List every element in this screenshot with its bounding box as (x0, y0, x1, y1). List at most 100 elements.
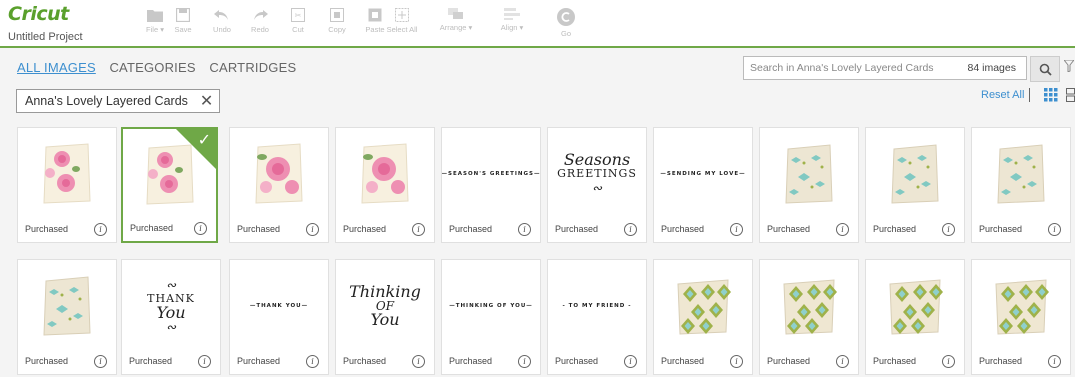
toolbar-button[interactable]: Undo (202, 8, 242, 34)
image-card[interactable]: Purchased i (335, 127, 435, 243)
filter-icon[interactable] (1062, 59, 1075, 75)
info-icon[interactable]: i (94, 355, 107, 368)
image-card[interactable]: ∾ THANK You ∾ Purchased i (121, 259, 221, 375)
image-card[interactable]: Purchased i (865, 127, 965, 243)
info-icon[interactable]: i (412, 223, 425, 236)
search-icon (1039, 63, 1052, 76)
info-icon[interactable]: i (836, 223, 849, 236)
redo-icon (240, 8, 280, 22)
card-script-line: ∾ (591, 181, 603, 195)
purchase-status: Purchased (449, 356, 493, 366)
image-card[interactable]: Purchased i (17, 127, 117, 243)
toolbar-button[interactable]: Arrange ▾ (436, 8, 476, 32)
copy-icon (317, 8, 357, 22)
grid-view-icon[interactable] (1044, 88, 1058, 107)
undo-icon (202, 8, 242, 22)
tab-categories[interactable]: CATEGORIES (109, 60, 195, 75)
info-icon[interactable]: i (518, 355, 531, 368)
card-thumbnail (654, 260, 752, 352)
tab-all-images[interactable]: ALL IMAGES (17, 60, 96, 75)
image-card[interactable]: Purchased i (759, 127, 859, 243)
toolbar-button[interactable]: ✂ Cut (278, 8, 318, 34)
info-icon[interactable]: i (306, 223, 319, 236)
purchase-status: Purchased (25, 356, 69, 366)
card-script-line: Thinking (349, 282, 421, 301)
image-card[interactable]: —THANK YOU— Purchased i (229, 259, 329, 375)
toolbar-button-label: Align ▾ (500, 23, 524, 32)
info-icon[interactable]: i (730, 223, 743, 236)
list-view-icon[interactable] (1066, 88, 1075, 107)
purchase-status: Purchased (555, 356, 599, 366)
info-icon[interactable]: i (624, 355, 637, 368)
logo-text: Cricut (8, 3, 69, 25)
search-button[interactable] (1030, 56, 1060, 82)
card-thumbnail (866, 260, 964, 352)
image-card[interactable]: Purchased i (971, 259, 1071, 375)
image-tabs: ALL IMAGES CATEGORIES CARTRIDGES (17, 60, 306, 75)
purchase-status: Purchased (237, 224, 281, 234)
search-input[interactable]: Search in Anna's Lovely Layered Cards 84… (743, 56, 1027, 80)
toolbar-button[interactable]: Select All (382, 8, 422, 34)
card-sentiment-text: —SEASON'S GREETINGS— (441, 171, 541, 177)
info-icon[interactable]: i (518, 223, 531, 236)
image-card[interactable]: Thinking OF You Purchased i (335, 259, 435, 375)
toolbar-button[interactable]: Redo (240, 8, 280, 34)
info-icon[interactable]: i (94, 223, 107, 236)
image-card[interactable]: - TO MY FRIEND - Purchased i (547, 259, 647, 375)
info-icon[interactable]: i (1048, 223, 1061, 236)
card-thumbnail (972, 128, 1070, 220)
card-script-line: ∾ (165, 320, 177, 334)
checkmark-icon: ✓ (197, 132, 211, 149)
card-thumbnail: —THINKING OF YOU— (442, 260, 540, 352)
project-name[interactable]: Untitled Project (8, 31, 83, 43)
info-icon[interactable]: i (942, 223, 955, 236)
image-card[interactable]: Purchased i (17, 259, 117, 375)
info-icon[interactable]: i (1048, 355, 1061, 368)
image-card[interactable]: —SENDING MY LOVE— Purchased i (653, 127, 753, 243)
image-card[interactable]: Purchased i (971, 127, 1071, 243)
toolbar-button-label: Cut (292, 25, 304, 34)
image-card[interactable]: Seasons GREETINGS ∾ Purchased i (547, 127, 647, 243)
toolbar-button-label: Select All (386, 25, 418, 34)
purchase-status: Purchased (767, 356, 811, 366)
purchase-status: Purchased (25, 224, 69, 234)
toolbar-button[interactable]: Copy (317, 8, 357, 34)
image-card[interactable]: —THINKING OF YOU— Purchased i (441, 259, 541, 375)
tab-cartridges[interactable]: CARTRIDGES (209, 60, 296, 75)
select-all-icon (382, 8, 422, 22)
card-thumbnail: —SENDING MY LOVE— (654, 128, 752, 220)
card-thumbnail: Seasons GREETINGS ∾ (548, 128, 646, 220)
purchase-status: Purchased (661, 224, 705, 234)
info-icon[interactable]: i (198, 355, 211, 368)
toolbar-button-label: Undo (213, 25, 231, 34)
info-icon[interactable]: i (836, 355, 849, 368)
info-icon[interactable]: i (942, 355, 955, 368)
filter-chip: Anna's Lovely Layered Cards ✕ (16, 89, 221, 113)
image-card[interactable]: Purchased i (759, 259, 859, 375)
image-count: 84 images (967, 62, 1016, 74)
save-icon (163, 8, 203, 22)
toolbar-button[interactable]: Go (546, 8, 586, 38)
image-card[interactable]: Purchased i (653, 259, 753, 375)
info-icon[interactable]: i (730, 355, 743, 368)
toolbar-button[interactable]: Save (163, 8, 203, 34)
info-icon[interactable]: i (306, 355, 319, 368)
card-thumbnail (336, 128, 434, 220)
purchase-status: Purchased (237, 356, 281, 366)
reset-all-link[interactable]: Reset All (981, 89, 1024, 101)
toolbar-button-label: Arrange ▾ (439, 23, 473, 32)
image-card-selected[interactable]: Purchased i ✓ (121, 127, 218, 243)
card-thumbnail (230, 128, 328, 220)
info-icon[interactable]: i (624, 223, 637, 236)
close-icon[interactable]: ✕ (200, 93, 213, 110)
cut-icon: ✂ (278, 8, 318, 22)
info-icon[interactable]: i (412, 355, 425, 368)
image-card[interactable]: —SEASON'S GREETINGS— Purchased i (441, 127, 541, 243)
info-icon[interactable]: i (194, 222, 207, 235)
toolbar-button[interactable]: Align ▾ (492, 8, 532, 32)
image-card[interactable]: Purchased i (865, 259, 965, 375)
image-card[interactable]: Purchased i (229, 127, 329, 243)
card-thumbnail: ∾ THANK You ∾ (122, 260, 220, 352)
cricut-logo[interactable]: Cricut (8, 4, 69, 25)
purchase-status: Purchased (129, 356, 173, 366)
